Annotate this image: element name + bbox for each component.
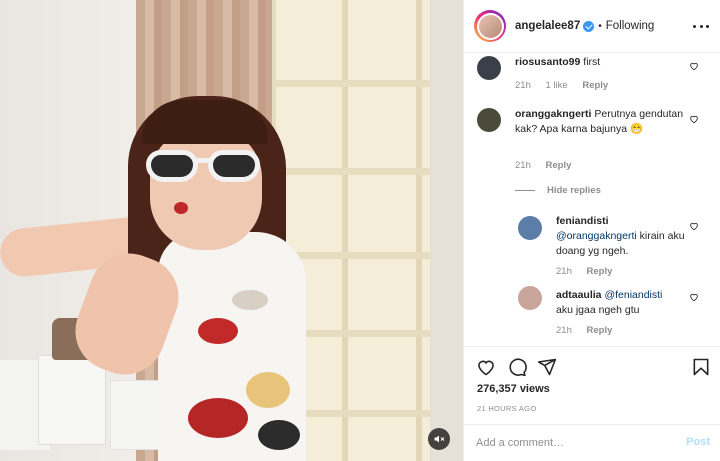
- following-button[interactable]: Following: [606, 20, 655, 32]
- comment-username[interactable]: oranggakngerti: [515, 108, 591, 120]
- comment-username[interactable]: adtaaulia: [556, 289, 602, 301]
- comment-username[interactable]: feniandisti: [556, 215, 609, 227]
- mute-icon: [434, 435, 445, 443]
- post-comment-button[interactable]: Post: [686, 436, 710, 448]
- commenter-avatar[interactable]: [477, 108, 501, 132]
- commenter-avatar[interactable]: [518, 216, 542, 240]
- like-comment-icon[interactable]: [689, 114, 699, 124]
- like-comment-icon[interactable]: [689, 221, 699, 231]
- mute-button[interactable]: [428, 428, 450, 450]
- comment-username[interactable]: riosusanto99: [515, 56, 580, 68]
- commenter-avatar[interactable]: [477, 56, 501, 80]
- comment-time[interactable]: 21h: [515, 160, 531, 171]
- comment-text: first: [583, 56, 601, 68]
- hide-replies-label: Hide replies: [547, 185, 601, 196]
- reply-button[interactable]: Reply: [582, 80, 608, 91]
- post-header: angelalee87 • Following: [464, 0, 720, 53]
- post-video[interactable]: [0, 0, 463, 461]
- dancing-person: [0, 0, 463, 461]
- view-count[interactable]: 276,357 views: [477, 383, 550, 395]
- comment-text: aku jgaa ngeh gtu: [556, 304, 640, 316]
- comment-mention[interactable]: @oranggakngerti: [556, 230, 637, 242]
- commenter-avatar[interactable]: [518, 286, 542, 310]
- verified-badge-icon: [583, 20, 595, 32]
- hide-replies-button[interactable]: Hide replies: [515, 185, 601, 196]
- reply-button[interactable]: Reply: [546, 160, 572, 171]
- post-side-panel: angelalee87 • Following riosusanto99 fir…: [463, 0, 720, 461]
- comment-time[interactable]: 21h: [515, 80, 531, 91]
- more-icon[interactable]: [693, 20, 709, 32]
- add-comment-bar: Post: [464, 424, 720, 461]
- share-icon[interactable]: [537, 357, 557, 377]
- comment-likes[interactable]: 1 like: [546, 80, 568, 91]
- like-comment-icon[interactable]: [689, 61, 699, 71]
- author-username[interactable]: angelalee87: [515, 20, 580, 32]
- like-comment-icon[interactable]: [689, 292, 699, 302]
- bookmark-icon[interactable]: [691, 357, 711, 377]
- reply-button[interactable]: Reply: [587, 266, 613, 277]
- heart-icon[interactable]: [476, 357, 496, 377]
- comment-mention[interactable]: @feniandisti: [604, 289, 662, 301]
- comment-time[interactable]: 21h: [556, 325, 572, 336]
- reply-button[interactable]: Reply: [587, 325, 613, 336]
- comment-time[interactable]: 21h: [556, 266, 572, 277]
- separator-dot: •: [598, 20, 602, 32]
- author-avatar[interactable]: [474, 10, 506, 42]
- comment-icon[interactable]: [507, 357, 527, 377]
- post-time[interactable]: 21 HOURS AGO: [477, 404, 536, 413]
- sunglasses: [146, 150, 264, 184]
- comments-list[interactable]: riosusanto99 first 21h 1 like Reply oran…: [464, 53, 720, 346]
- post-actions: 276,357 views 21 HOURS AGO: [464, 346, 720, 426]
- comment-input[interactable]: [476, 434, 666, 452]
